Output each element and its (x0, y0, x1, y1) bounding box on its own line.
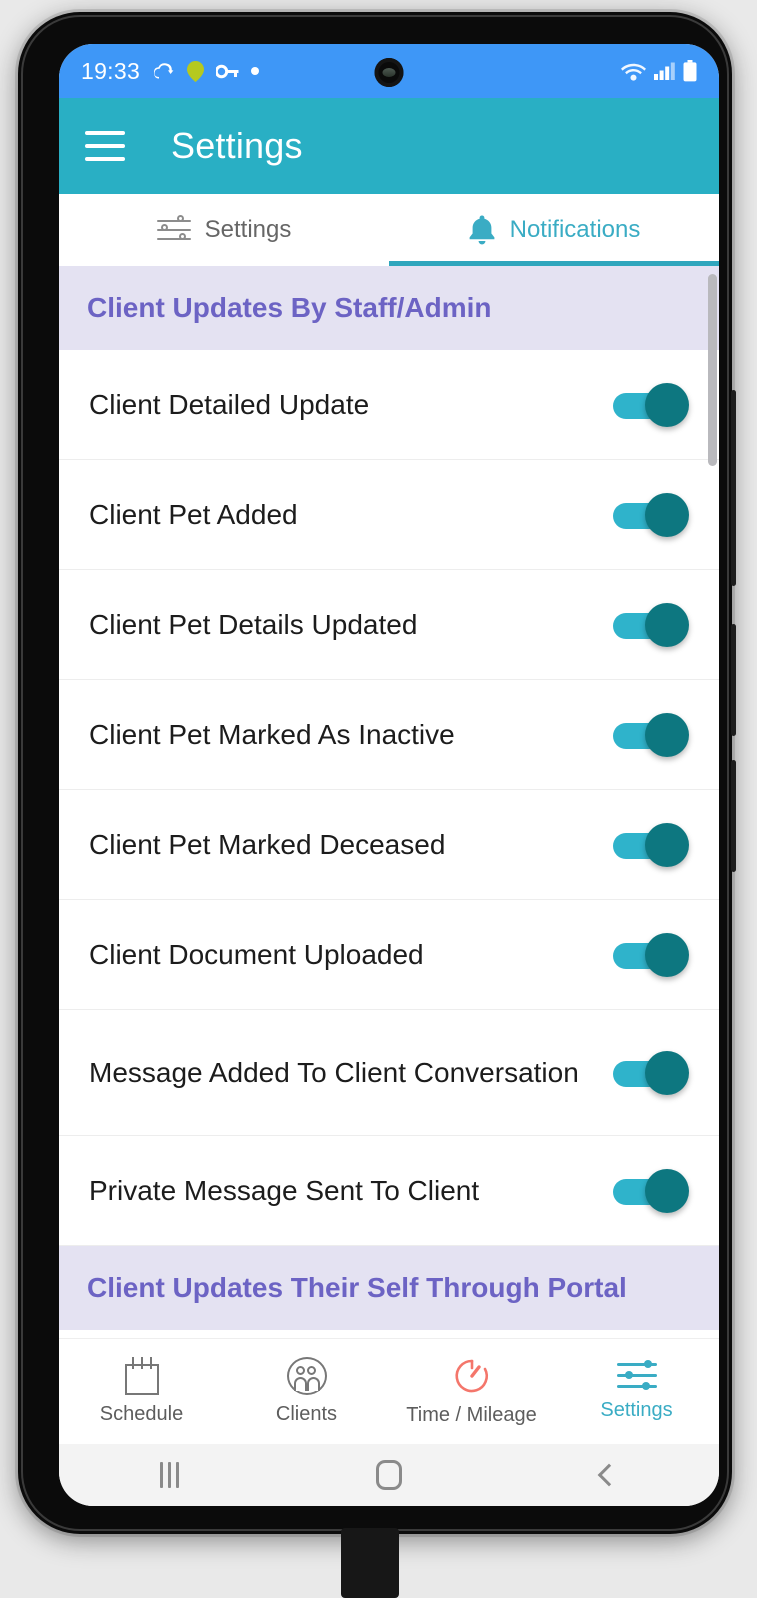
section-header-client-portal: Client Updates Their Self Through Portal (59, 1246, 719, 1330)
status-right-icons (621, 60, 697, 82)
phone-screen: 19:33 Settings Settings Notifications Cl… (59, 44, 719, 1506)
toggle-client-document-uploaded[interactable] (613, 932, 689, 977)
list-item[interactable]: Client Pet Marked Deceased (59, 790, 719, 900)
toggle-client-pet-added[interactable] (613, 492, 689, 537)
status-left-icons (154, 60, 260, 82)
list-item[interactable]: Client Pet Marked As Inactive (59, 680, 719, 790)
sliders-icon (156, 215, 191, 243)
phone-stand (341, 1528, 399, 1598)
nav-item-clients[interactable]: Clients (224, 1339, 389, 1444)
battery-icon (683, 60, 697, 82)
people-icon (286, 1357, 327, 1395)
back-button[interactable] (499, 1463, 719, 1487)
notification-settings-list[interactable]: Client Updates By Staff/Admin Client Det… (59, 266, 719, 1358)
row-label: Client Detailed Update (89, 388, 370, 420)
toggle-private-message-sent-to-client[interactable] (613, 1168, 689, 1213)
row-label: Private Message Sent To Client (89, 1174, 480, 1206)
volume-up-button[interactable] (731, 624, 736, 736)
status-bar: 19:33 (59, 44, 719, 98)
cellular-signal-icon (654, 62, 675, 80)
front-camera (374, 58, 404, 87)
tab-notifications-label: Notifications (509, 216, 641, 243)
tab-bar: Settings Notifications (59, 194, 719, 266)
list-scrollbar[interactable] (708, 274, 717, 466)
row-label: Client Document Uploaded (89, 938, 424, 970)
phone-frame: 19:33 Settings Settings Notifications Cl… (18, 12, 736, 1534)
row-label: Client Pet Details Updated (89, 608, 418, 640)
hamburger-menu-icon[interactable] (85, 131, 125, 161)
tab-settings[interactable]: Settings (59, 194, 389, 266)
dot-icon (251, 67, 260, 75)
section-header-staff-admin: Client Updates By Staff/Admin (59, 266, 719, 350)
recents-button[interactable] (59, 1462, 279, 1488)
list-item[interactable]: Private Message Sent To Client (59, 1136, 719, 1246)
location-icon (187, 60, 205, 82)
nav-item-time-mileage[interactable]: Time / Mileage (389, 1339, 554, 1444)
sliders-icon (616, 1360, 657, 1391)
toggle-client-detailed-update[interactable] (613, 382, 689, 427)
wifi-icon (621, 63, 646, 81)
volume-down-button[interactable] (731, 760, 736, 872)
app-bar: Settings (59, 98, 719, 194)
vpn-key-icon (216, 64, 239, 78)
row-label: Client Pet Marked As Inactive (89, 718, 455, 750)
bell-icon (469, 215, 495, 245)
row-label: Client Pet Marked Deceased (89, 828, 446, 860)
bottom-navigation: Schedule Clients Time / Mileage Settings (59, 1338, 719, 1444)
page-title: Settings (171, 125, 303, 166)
timer-icon (454, 1359, 488, 1393)
toggle-message-added-to-client-conversation[interactable] (613, 1050, 689, 1095)
list-item[interactable]: Message Added To Client Conversation (59, 1010, 719, 1136)
tab-settings-label: Settings (204, 216, 292, 243)
nav-label: Schedule (99, 1403, 184, 1425)
power-button[interactable] (731, 390, 736, 586)
nav-label: Time / Mileage (406, 1404, 537, 1426)
list-item[interactable]: Client Document Uploaded (59, 900, 719, 1010)
toggle-client-pet-details-updated[interactable] (613, 602, 689, 647)
back-icon (597, 1463, 621, 1487)
toggle-client-pet-marked-as-inactive[interactable] (613, 712, 689, 757)
nav-label: Clients (275, 1403, 338, 1425)
toggle-client-pet-marked-deceased[interactable] (613, 822, 689, 867)
nav-item-settings[interactable]: Settings (554, 1339, 719, 1444)
list-item[interactable]: Client Pet Details Updated (59, 570, 719, 680)
nav-label: Settings (600, 1399, 673, 1421)
home-button[interactable] (279, 1460, 499, 1490)
cloud-sync-icon (154, 62, 174, 79)
calendar-icon (122, 1357, 162, 1395)
row-label: Client Pet Added (89, 498, 298, 530)
row-label: Message Added To Client Conversation (89, 1056, 579, 1088)
android-navigation-bar (59, 1444, 719, 1506)
list-item[interactable]: Client Detailed Update (59, 350, 719, 460)
list-item[interactable]: Client Pet Added (59, 460, 719, 570)
status-time: 19:33 (81, 57, 141, 84)
recents-icon (159, 1462, 179, 1488)
home-icon (376, 1460, 402, 1490)
nav-item-schedule[interactable]: Schedule (59, 1339, 224, 1444)
tab-notifications[interactable]: Notifications (389, 194, 719, 266)
